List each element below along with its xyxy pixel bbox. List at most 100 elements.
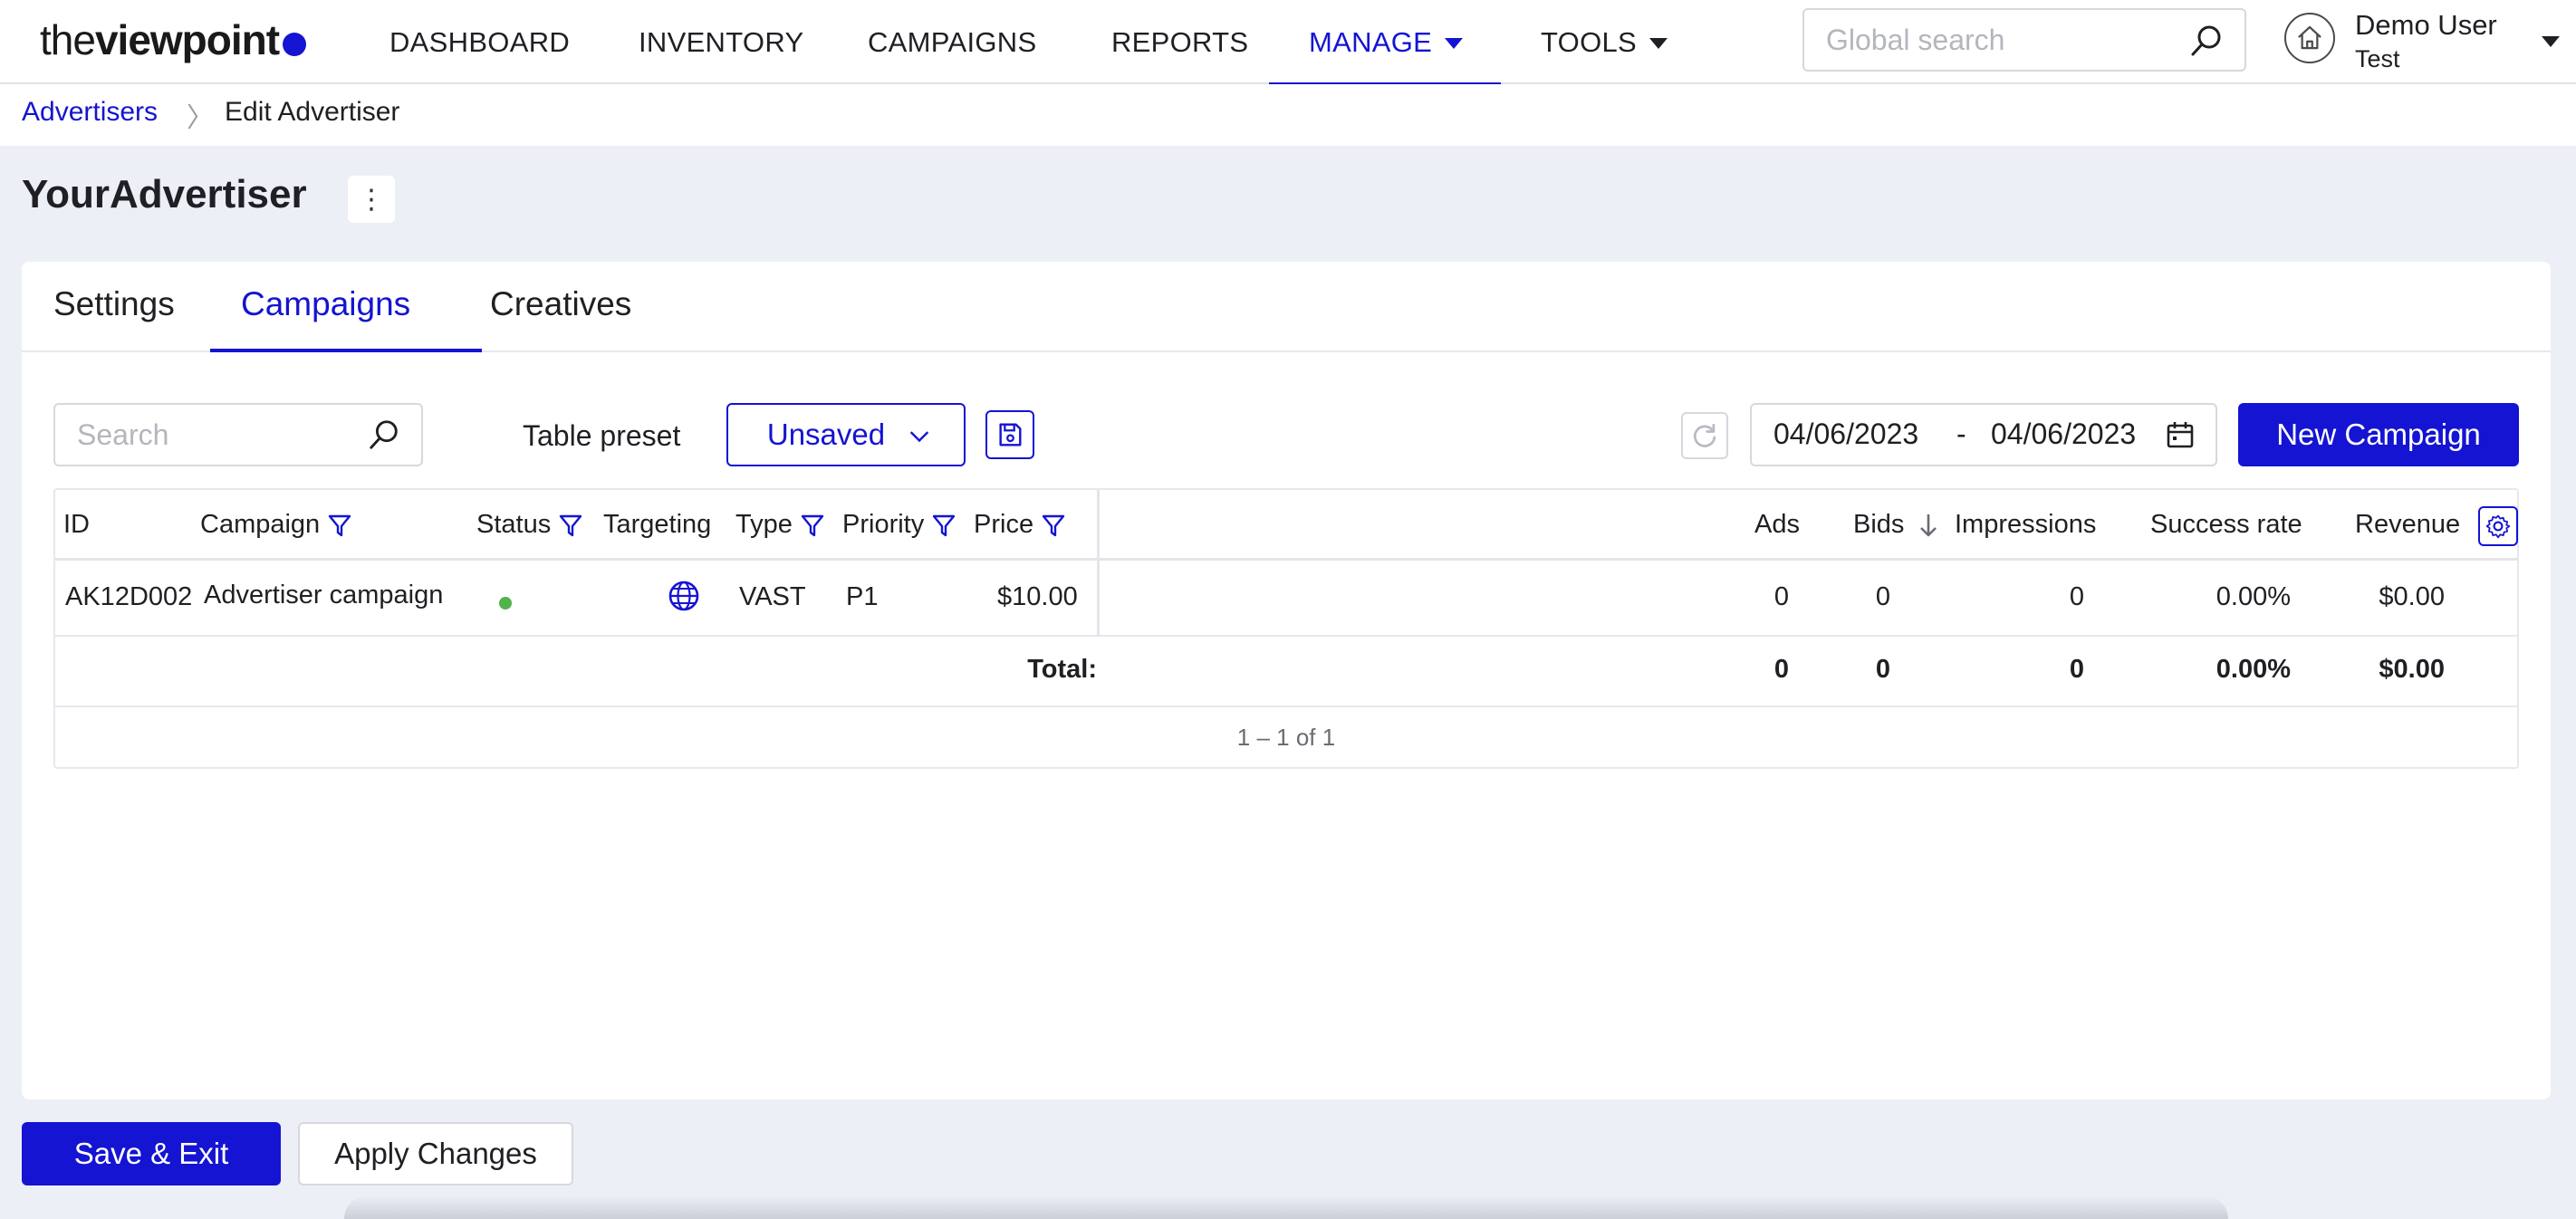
table-search-input[interactable] xyxy=(77,414,349,456)
cell-bids: 0 xyxy=(1875,582,1890,611)
refresh-icon xyxy=(1693,423,1716,447)
cell-id: AK12D002 xyxy=(65,582,193,611)
home-icon xyxy=(2284,13,2335,63)
nav-campaigns-label: CAMPAIGNS xyxy=(868,25,1037,58)
cell-revenue: $0.00 xyxy=(2379,582,2445,611)
table-search xyxy=(53,403,423,466)
logo-dot xyxy=(283,33,307,56)
top-navigation: the viewpoint DASHBOARD INVENTORY CAMPAIG… xyxy=(0,0,2576,86)
tab-settings[interactable]: Settings xyxy=(53,285,175,323)
new-campaign-button[interactable]: New Campaign xyxy=(2238,403,2519,466)
column-header-label: Type xyxy=(735,510,793,539)
nav-reports-label: REPORTS xyxy=(1111,25,1249,58)
user-name: Demo User xyxy=(2355,9,2497,41)
cell-price: $10.00 xyxy=(997,582,1078,611)
column-header-campaign[interactable]: Campaign xyxy=(200,510,352,540)
total-bids: 0 xyxy=(1875,655,1890,684)
cell-priority: P1 xyxy=(846,582,879,611)
table-row[interactable]: AK12D002 Advertiser campaign VAST P1 $10… xyxy=(55,561,2517,637)
column-header-price[interactable]: Price xyxy=(974,510,1066,540)
column-header-bids[interactable]: Bids xyxy=(1853,510,1940,540)
save-and-exit-button[interactable]: Save & Exit xyxy=(22,1122,281,1185)
column-header-status[interactable]: Status xyxy=(476,510,583,540)
table-preset-value: Unsaved xyxy=(766,418,886,451)
totals-label: Total: xyxy=(1027,655,1097,684)
search-icon[interactable] xyxy=(367,418,401,452)
chevron-down-icon xyxy=(909,423,929,443)
logo-text-light: the xyxy=(40,16,96,63)
page-title: YourAdvertiser xyxy=(22,172,307,216)
total-revenue: $0.00 xyxy=(2379,655,2445,684)
total-success-rate: 0.00% xyxy=(2216,655,2291,684)
table-totals-row: Total: 0 0 0 0.00% $0.00 xyxy=(55,637,2517,707)
more-actions-button[interactable]: ⋮ xyxy=(348,176,395,223)
cell-ads: 0 xyxy=(1773,582,1789,611)
column-header-label: Campaign xyxy=(200,510,321,539)
nav-tools[interactable]: TOOLS xyxy=(1541,0,1668,84)
nav-inventory-label: INVENTORY xyxy=(639,25,804,58)
date-separator: - xyxy=(1956,418,1966,450)
advertiser-card: Settings Campaigns Creatives Table prese… xyxy=(22,262,2551,1099)
column-header-priority[interactable]: Priority xyxy=(842,510,956,540)
date-to: 04/06/2023 xyxy=(1991,418,2137,450)
apply-changes-button[interactable]: Apply Changes xyxy=(298,1122,573,1185)
column-header-label: Targeting xyxy=(603,510,712,539)
column-header-ads[interactable]: Ads xyxy=(1754,510,1800,540)
caret-down-icon xyxy=(1649,37,1668,49)
column-header-id[interactable]: ID xyxy=(63,510,90,540)
search-icon[interactable] xyxy=(2188,23,2225,59)
column-settings-button[interactable] xyxy=(2478,506,2518,546)
global-search xyxy=(1802,8,2246,72)
nav-campaigns[interactable]: CAMPAIGNS xyxy=(868,0,1036,84)
nav-inventory[interactable]: INVENTORY xyxy=(639,0,803,84)
column-header-label: Priority xyxy=(842,510,925,539)
cell-impressions: 0 xyxy=(2069,582,2084,611)
filter-icon[interactable] xyxy=(327,513,352,538)
table-preset-select[interactable]: Unsaved xyxy=(726,403,966,466)
column-header-success-rate[interactable]: Success rate xyxy=(2150,510,2302,540)
filter-icon[interactable] xyxy=(558,513,583,538)
nav-reports[interactable]: REPORTS xyxy=(1111,0,1248,84)
nav-dashboard[interactable]: DASHBOARD xyxy=(389,0,570,84)
caret-down-icon xyxy=(1445,37,1464,49)
column-header-label: Status xyxy=(476,510,552,539)
campaigns-table: ID Campaign Status Targeting Type Priori… xyxy=(53,488,2519,769)
user-organization: Test xyxy=(2355,45,2400,72)
save-preset-button[interactable] xyxy=(985,410,1034,459)
nav-dashboard-label: DASHBOARD xyxy=(389,25,571,58)
filter-icon[interactable] xyxy=(800,513,825,538)
date-range-picker[interactable]: 04/06/2023 - 04/06/2023 xyxy=(1750,403,2217,466)
column-header-label: Bids xyxy=(1853,510,1905,539)
sort-descending-icon[interactable] xyxy=(1917,512,1940,539)
frozen-columns-divider xyxy=(1097,490,1100,637)
table-header-row: ID Campaign Status Targeting Type Priori… xyxy=(55,490,2518,561)
table-preset-label: Table preset xyxy=(523,419,681,452)
user-menu[interactable]: Demo User Test xyxy=(2284,7,2560,76)
nav-manage[interactable]: MANAGE xyxy=(1268,0,1502,86)
gear-icon xyxy=(2485,514,2511,539)
column-header-type[interactable]: Type xyxy=(735,510,825,540)
breadcrumb-current: Edit Advertiser xyxy=(225,97,400,127)
cell-type: VAST xyxy=(739,582,806,611)
nav-tools-label: TOOLS xyxy=(1541,25,1638,58)
tab-creatives[interactable]: Creatives xyxy=(490,285,631,323)
brand-logo[interactable]: the viewpoint xyxy=(40,13,307,67)
status-active-indicator xyxy=(499,597,512,610)
tab-campaigns[interactable]: Campaigns xyxy=(241,285,410,323)
kebab-icon: ⋮ xyxy=(358,184,385,215)
campaign-link[interactable]: Advertiser campaign xyxy=(204,581,443,610)
column-header-label: Success rate xyxy=(2150,510,2302,539)
total-ads: 0 xyxy=(1773,655,1789,684)
breadcrumb-advertisers-link[interactable]: Advertisers xyxy=(22,97,158,128)
refresh-button[interactable] xyxy=(1681,412,1728,459)
breadcrumb: Advertisers 〉 Edit Advertiser xyxy=(0,84,2576,146)
global-search-input[interactable] xyxy=(1826,19,2170,61)
column-header-revenue[interactable]: Revenue xyxy=(2355,510,2460,540)
filter-icon[interactable] xyxy=(931,513,956,538)
filter-icon[interactable] xyxy=(1041,513,1066,538)
bottom-shadow xyxy=(344,1195,2228,1219)
column-header-impressions[interactable]: Impressions xyxy=(1955,510,2096,540)
column-header-label: Ads xyxy=(1754,510,1800,539)
total-impressions: 0 xyxy=(2069,655,2084,684)
column-header-targeting[interactable]: Targeting xyxy=(603,510,711,540)
